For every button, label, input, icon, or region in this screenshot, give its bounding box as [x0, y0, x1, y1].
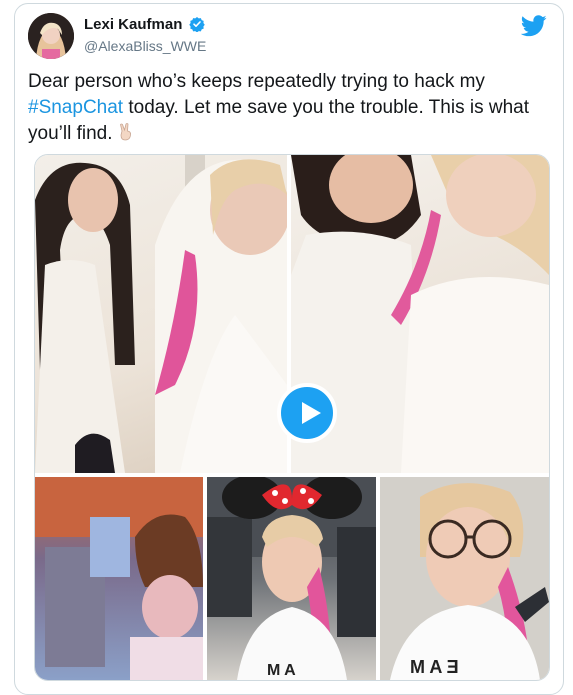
author-avatar[interactable]	[28, 13, 74, 59]
svg-text:M A: M A	[267, 662, 296, 679]
media-tile-3[interactable]	[35, 477, 203, 680]
author-name[interactable]: Lexi Kaufman	[84, 16, 182, 33]
victory-hand-icon	[119, 123, 131, 141]
media-grid[interactable]: M A M A Ǝ	[34, 154, 550, 681]
media-tile-5[interactable]: M A Ǝ	[380, 477, 549, 680]
verified-badge-icon	[189, 17, 205, 32]
media-tile-4[interactable]: M A	[207, 477, 376, 680]
hashtag-link[interactable]: #SnapChat	[28, 97, 123, 118]
media-tile-1[interactable]	[35, 155, 287, 473]
twitter-bird-icon[interactable]	[521, 15, 547, 37]
tweet-text: Dear person who’s keeps repeatedly tryin…	[28, 69, 548, 147]
svg-text:M A Ǝ: M A Ǝ	[410, 657, 459, 677]
video-play-button[interactable]	[277, 383, 337, 443]
author-handle[interactable]: @AlexaBliss_WWE	[84, 38, 206, 54]
tweet-text-start: Dear person who’s keeps repeatedly tryin…	[28, 71, 485, 92]
